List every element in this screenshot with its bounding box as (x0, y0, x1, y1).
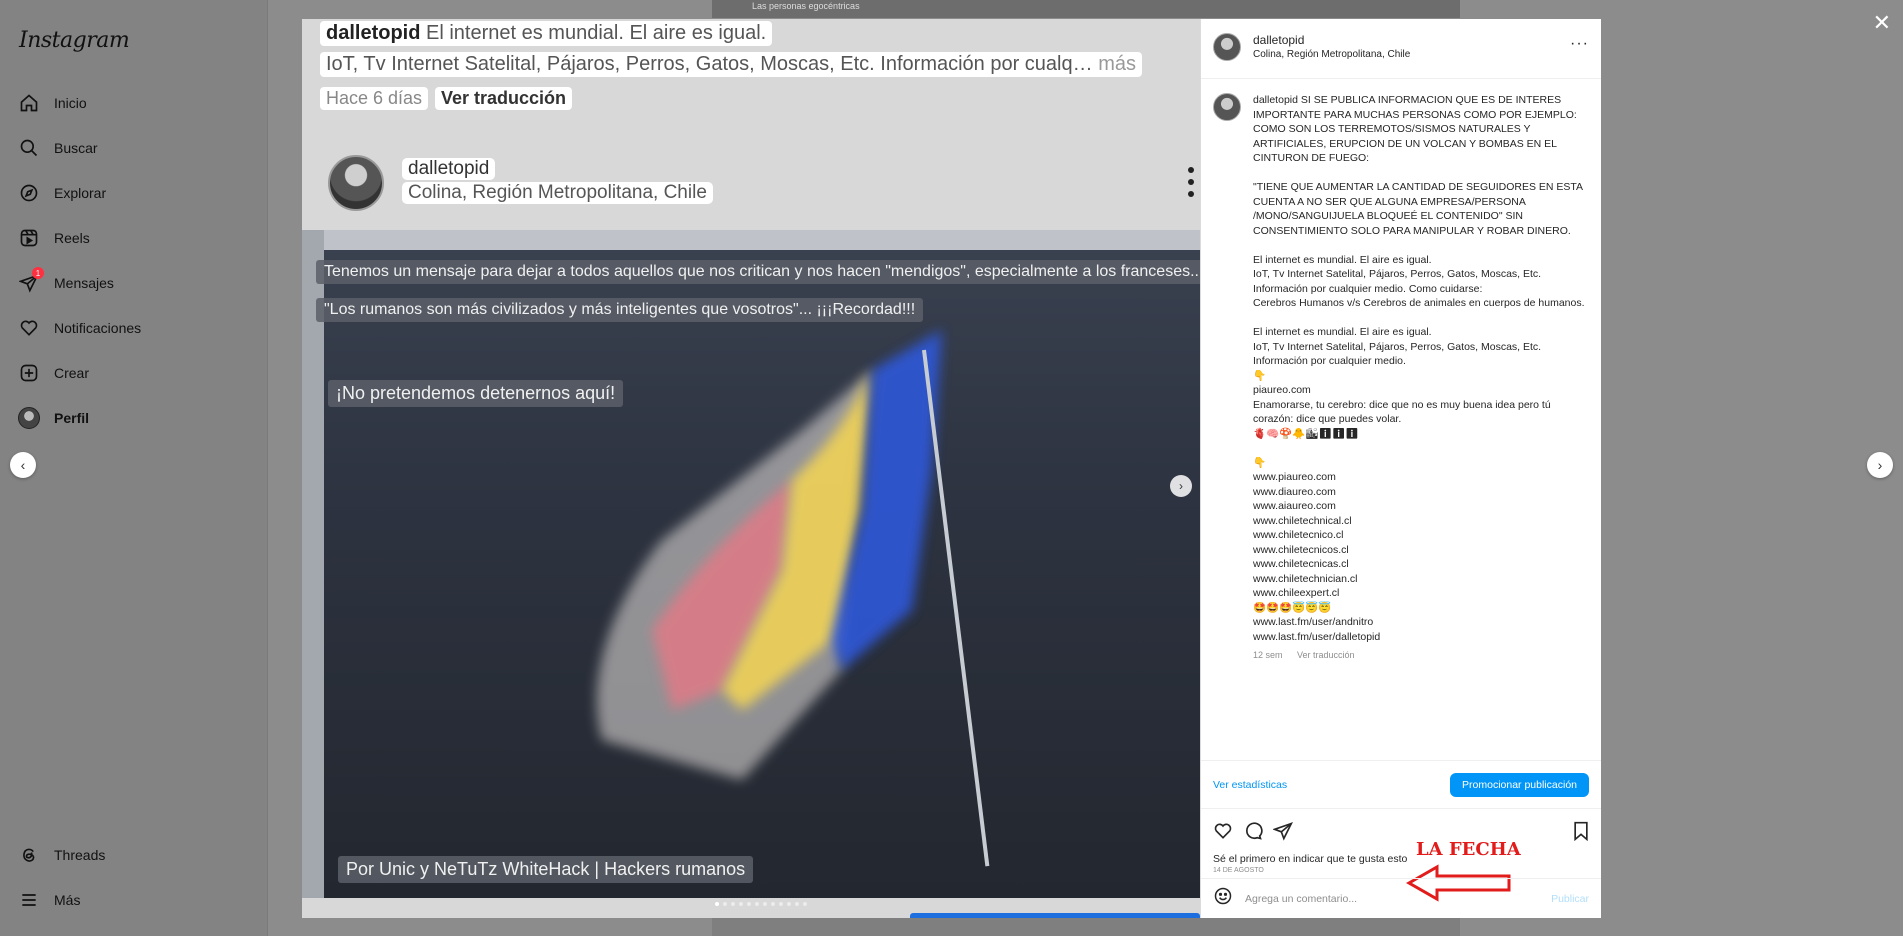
media-caption-line1: dalletopid El internet es mundial. El ai… (320, 21, 773, 46)
sidebar-item-notificaciones[interactable]: Notificaciones (18, 313, 141, 343)
sidebar-item-label: Buscar (54, 140, 98, 156)
likes-text: Sé el primero en indicar que te gusta es… (1213, 853, 1408, 865)
photo-overlay-text: Por Unic y NeTuTz WhiteHack | Hackers ru… (338, 856, 754, 883)
caption-body: SI SE PUBLICA INFORMACION QUE ES DE INTE… (1253, 94, 1585, 643)
sidebar-item-label: Más (54, 892, 81, 908)
sidebar: Instagram Inicio Buscar Explorar Reels 1… (0, 0, 268, 936)
message-count-badge: 1 (32, 267, 44, 279)
messenger-icon: 1 (18, 267, 44, 294)
profile-avatar (18, 407, 40, 429)
compass-icon (18, 182, 40, 204)
close-icon[interactable]: ✕ (1873, 10, 1891, 36)
share-icon[interactable] (1273, 821, 1293, 841)
media-time: Hace 6 días (326, 88, 423, 108)
promote-post-button[interactable]: Promocionar publicación (1450, 772, 1589, 797)
heart-icon (18, 317, 40, 339)
inner-username: dalletopid (402, 158, 496, 180)
sidebar-item-mas[interactable]: Más (18, 885, 80, 915)
caption-text: dalletopid SI SE PUBLICA INFORMACION QUE… (1253, 93, 1589, 644)
comment-row: Publicar (1201, 878, 1601, 918)
post-side-panel: dalletopid Colina, Región Metropolitana,… (1201, 19, 1601, 918)
blue-strip (910, 913, 1200, 918)
photo-overlay-text: "Los rumanos son más civilizados y más i… (316, 298, 924, 322)
sidebar-item-perfil[interactable]: Perfil (18, 403, 89, 433)
sidebar-item-label: Reels (54, 230, 90, 246)
media-caption-user: dalletopid (326, 22, 421, 44)
sidebar-item-buscar[interactable]: Buscar (18, 133, 98, 163)
inner-more-icon (1188, 167, 1196, 197)
caption-meta: 12 sem Ver traducción (1253, 650, 1589, 660)
save-bookmark-icon[interactable] (1571, 821, 1591, 841)
sidebar-item-explorar[interactable]: Explorar (18, 178, 106, 208)
sidebar-item-crear[interactable]: Crear (18, 358, 89, 388)
media-caption-text2: IoT, Tv Internet Satelital, Pájaros, Per… (326, 53, 1093, 75)
photo-frame (302, 230, 1200, 250)
caption-username[interactable]: dalletopid (1253, 94, 1298, 106)
comment-input[interactable] (1245, 892, 1552, 905)
photo-frame-left (302, 230, 324, 898)
comment-icon[interactable] (1243, 821, 1263, 841)
stats-row: Ver estadísticas Promocionar publicación (1201, 760, 1601, 808)
carousel-dots (715, 902, 807, 906)
media-translate-link: Ver traducción (441, 88, 567, 108)
next-post-button[interactable]: › (1867, 452, 1893, 478)
sidebar-item-inicio[interactable]: Inicio (18, 88, 87, 118)
chevron-left-icon: ‹ (20, 457, 26, 473)
post-header: dalletopid Colina, Región Metropolitana,… (1201, 19, 1601, 79)
avatar[interactable] (1213, 33, 1241, 61)
post-actions: Sé el primero en indicar que te gusta es… (1201, 808, 1601, 902)
inner-location: Colina, Región Metropolitana, Chile (402, 182, 713, 204)
more-options-icon[interactable]: ··· (1570, 35, 1589, 53)
sidebar-item-label: Inicio (54, 95, 87, 111)
instagram-logo[interactable]: Instagram (19, 28, 130, 53)
avatar (18, 407, 40, 429)
background-peek-text: Las personas egocéntricas (752, 1, 860, 11)
media-caption-line3: Hace 6 días (320, 87, 429, 110)
sidebar-item-label: Threads (54, 847, 106, 863)
annotation-label: LA FECHA (1416, 839, 1521, 860)
sidebar-item-label: Mensajes (54, 275, 114, 291)
media-caption-line2: IoT, Tv Internet Satelital, Pájaros, Per… (320, 52, 1142, 77)
post-date: 14 DE AGOSTO (1213, 867, 1264, 874)
sidebar-item-reels[interactable]: Reels (18, 223, 90, 253)
threads-icon (18, 844, 40, 866)
photo-overlay-text: ¡No pretendemos detenernos aquí! (328, 380, 624, 407)
home-icon (18, 92, 40, 114)
emoji-icon[interactable] (1213, 886, 1233, 911)
publish-button[interactable]: Publicar (1551, 893, 1589, 905)
action-icons (1213, 821, 1293, 841)
post-username[interactable]: dalletopid (1253, 33, 1304, 47)
post-modal: dalletopid El internet es mundial. El ai… (302, 19, 1601, 918)
background-post-peek-bottom (712, 916, 1460, 936)
media-translate: Ver traducción (435, 87, 573, 110)
chevron-right-icon: › (1877, 457, 1883, 473)
sidebar-item-label: Perfil (54, 410, 90, 426)
sidebar-item-mensajes[interactable]: 1 Mensajes (18, 267, 114, 298)
sidebar-item-label: Explorar (54, 185, 107, 201)
reels-icon (18, 227, 40, 249)
background-post-peek: Las personas egocéntricas (712, 0, 1460, 18)
plus-square-icon (18, 362, 40, 384)
post-location[interactable]: Colina, Región Metropolitana, Chile (1253, 49, 1410, 60)
sidebar-item-label: Notificaciones (54, 320, 142, 336)
carousel-next-button[interactable]: › (1170, 475, 1192, 497)
sidebar-item-label: Crear (54, 365, 90, 381)
photo-overlay-text: Tenemos un mensaje para dejar a todos aq… (316, 260, 1200, 284)
search-icon (18, 137, 40, 159)
avatar[interactable] (1213, 93, 1241, 121)
view-stats-link[interactable]: Ver estadísticas (1213, 779, 1287, 791)
caption-translate-link[interactable]: Ver traducción (1297, 650, 1355, 660)
media-caption-more: más (1098, 53, 1136, 75)
sidebar-item-threads[interactable]: Threads (18, 840, 105, 870)
post-photo: Tenemos un mensaje para dejar a todos aq… (302, 230, 1200, 898)
menu-icon (18, 889, 40, 911)
caption-area: dalletopid SI SE PUBLICA INFORMACION QUE… (1201, 79, 1601, 760)
post-age: 12 sem (1253, 650, 1283, 660)
chevron-right-icon: › (1179, 479, 1183, 493)
like-heart-icon[interactable] (1213, 821, 1233, 841)
media-caption-text: El internet es mundial. El aire es igual… (426, 22, 767, 44)
post-media: dalletopid El internet es mundial. El ai… (302, 19, 1201, 918)
inner-avatar (328, 155, 384, 211)
previous-post-button[interactable]: ‹ (10, 452, 36, 478)
